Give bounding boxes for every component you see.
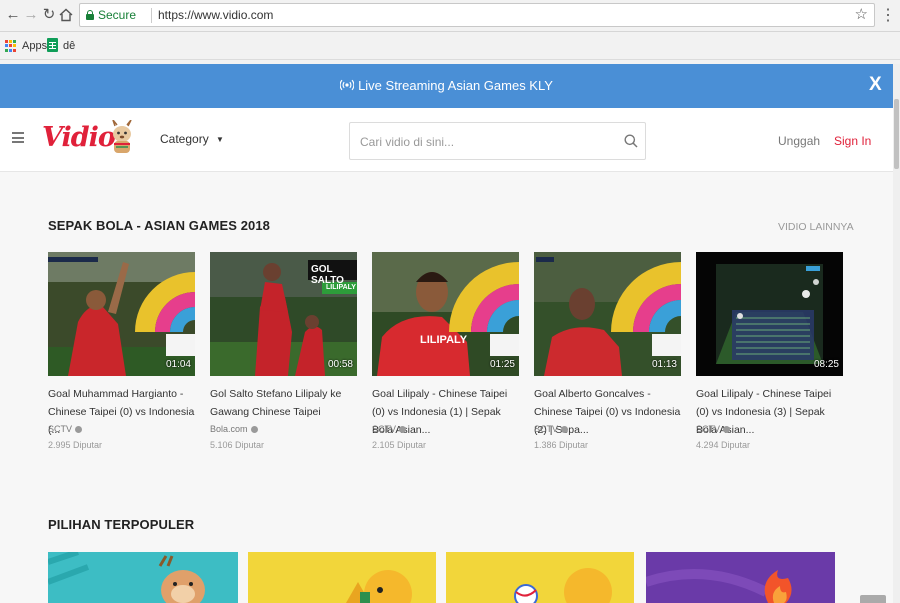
video-thumbnail[interactable]: 01:13	[534, 252, 681, 376]
section-title-football: SEPAK BOLA - ASIAN GAMES 2018	[48, 218, 271, 233]
video-views: 4.294 Diputar	[696, 440, 751, 450]
thumbnail-overlay-name: LILIPALY	[326, 284, 356, 291]
category-dropdown[interactable]: Category ▼	[160, 132, 224, 146]
thumbnail-overlay-title: GOL SALTO	[311, 264, 344, 286]
video-channel[interactable]: Bola.com	[210, 424, 258, 434]
popular-card[interactable]	[48, 552, 238, 603]
bookmark-apps[interactable]: Apps	[22, 40, 47, 52]
upload-link[interactable]: Unggah	[778, 134, 820, 148]
video-views: 1.386 Diputar	[534, 440, 589, 450]
vidio-logo[interactable]: Vidio	[42, 122, 116, 153]
verified-check-icon	[75, 425, 83, 433]
more-videos-link[interactable]: VIDIO LAINNYA	[778, 221, 854, 233]
address-separator	[151, 8, 152, 23]
search-input[interactable]	[360, 133, 610, 150]
video-views: 2.995 Diputar	[48, 440, 103, 450]
video-duration: 01:04	[165, 359, 191, 370]
video-duration: 08:25	[813, 359, 839, 370]
category-label: Category	[160, 132, 209, 146]
live-banner[interactable]: Live Streaming Asian Games KLY X	[0, 64, 893, 108]
live-banner-text[interactable]: Live Streaming Asian Games KLY	[0, 78, 893, 93]
thumbnail-image	[534, 252, 681, 376]
channel-name: SCTV	[372, 424, 397, 434]
reload-icon[interactable]: ↻	[40, 5, 58, 25]
verified-check-icon	[561, 425, 569, 433]
browser-toolbar: ← → ↻ Secure https://www.vidio.com ☆ ⋮	[0, 0, 900, 32]
forward-arrow-icon[interactable]: →	[22, 5, 40, 25]
bookmark-sheet[interactable]: dê	[63, 40, 75, 52]
scroll-to-top-button[interactable]	[860, 595, 886, 603]
mascot-logo-icon	[112, 120, 132, 153]
verified-check-icon	[250, 425, 258, 433]
video-title[interactable]: Gol Salto Stefano Lilipaly ke Gawang Chi…	[210, 385, 360, 421]
close-icon[interactable]: X	[869, 74, 882, 96]
secure-label: Secure	[98, 8, 137, 22]
live-banner-label: Live Streaming Asian Games KLY	[358, 78, 553, 93]
video-thumbnail[interactable]: 01:04	[48, 252, 195, 376]
video-duration: 01:13	[651, 359, 677, 370]
back-arrow-icon[interactable]: ←	[4, 5, 22, 25]
video-channel[interactable]: SCTV	[48, 424, 83, 434]
volleyball-mascot-image	[514, 568, 612, 603]
video-views: 5.106 Diputar	[210, 440, 265, 450]
sign-in-link[interactable]: Sign In	[834, 134, 871, 148]
popular-card[interactable]	[248, 552, 436, 603]
video-views: 2.105 Diputar	[372, 440, 427, 450]
site-header: Vidio Category ▼ Unggah Sign In	[0, 108, 893, 172]
home-icon[interactable]	[57, 5, 75, 25]
broadcast-icon	[339, 79, 355, 91]
popular-card[interactable]	[446, 552, 634, 603]
deer-mascot-image	[48, 552, 205, 603]
page-scrollbar[interactable]	[893, 64, 900, 603]
search-box[interactable]	[349, 122, 646, 160]
browser-menu-icon[interactable]: ⋮	[880, 5, 896, 25]
thumbnail-image	[372, 252, 519, 376]
video-duration: 00:58	[327, 359, 353, 370]
channel-name: SCTV	[534, 424, 559, 434]
thumbnail-image	[48, 252, 195, 376]
channel-name: SCTV	[48, 424, 73, 434]
sheets-icon[interactable]	[47, 38, 58, 52]
verified-check-icon	[723, 425, 731, 433]
caret-down-icon: ▼	[216, 135, 224, 144]
popular-card[interactable]	[646, 552, 835, 603]
flame-logo-image	[646, 569, 792, 603]
thumbnail-image	[696, 252, 843, 376]
mascot-image	[346, 570, 412, 603]
scrollbar-thumb[interactable]	[894, 99, 899, 169]
lock-icon	[86, 10, 94, 20]
address-bar[interactable]: Secure https://www.vidio.com ☆	[79, 3, 875, 27]
video-thumbnail[interactable]: LILIPALY 01:25	[372, 252, 519, 376]
video-channel[interactable]: SCTV	[372, 424, 407, 434]
bookmark-star-icon[interactable]: ☆	[855, 5, 868, 23]
section-title-popular: PILIHAN TERPOPULER	[48, 517, 195, 532]
url-text[interactable]: https://www.vidio.com	[158, 8, 273, 22]
apps-grid-icon[interactable]	[5, 40, 17, 52]
hamburger-menu-icon[interactable]	[12, 132, 24, 143]
video-thumbnail[interactable]: GOL SALTO LILIPALY 00:58	[210, 252, 357, 376]
verified-check-icon	[399, 425, 407, 433]
channel-name: SCTV	[696, 424, 721, 434]
video-thumbnail[interactable]: 08:25	[696, 252, 843, 376]
bookmarks-bar: Apps dê	[0, 32, 900, 60]
search-icon[interactable]	[624, 134, 638, 148]
video-channel[interactable]: SCTV	[696, 424, 731, 434]
jersey-name-text: LILIPALY	[420, 334, 468, 346]
video-duration: 01:25	[489, 359, 515, 370]
video-channel[interactable]: SCTV	[534, 424, 569, 434]
channel-name: Bola.com	[210, 424, 248, 434]
